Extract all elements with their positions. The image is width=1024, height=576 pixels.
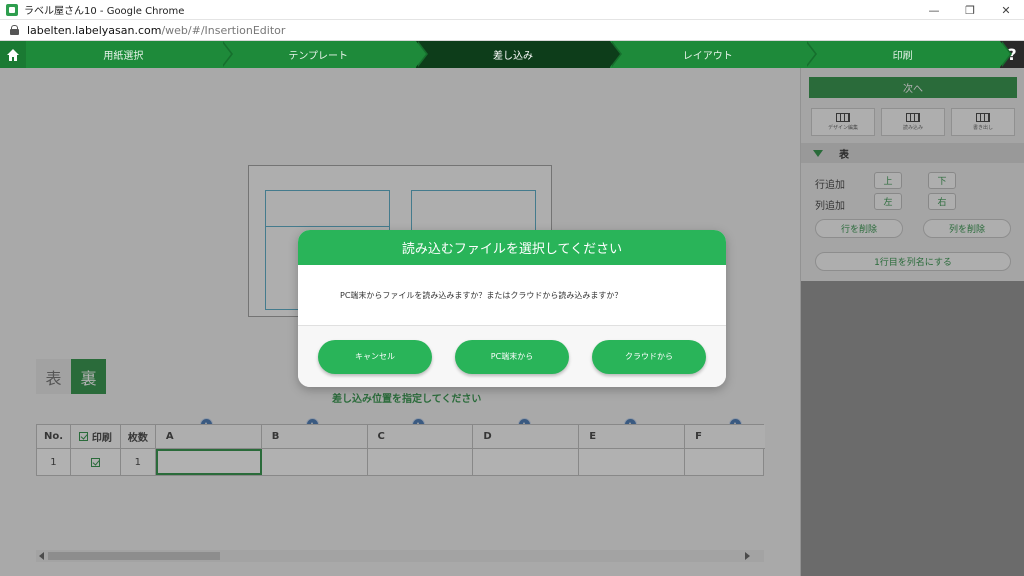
step-insertion[interactable]: 差し込み [415,41,623,68]
minimize-icon[interactable]: — [916,0,952,20]
step-layout[interactable]: レイアウト [610,41,817,68]
url-text[interactable]: labelten.labelyasan.com/web/#/InsertionE… [27,24,285,37]
from-pc-button[interactable]: PC端末から [455,339,569,374]
url-path: /web/#/InsertionEditor [161,23,286,37]
lock-icon [10,25,19,35]
window-titlebar: ラベル屋さん10 - Google Chrome — ❐ ✕ [0,0,1024,20]
dialog-title: 読み込むファイルを選択してください [298,230,726,265]
dialog-message: PC端末からファイルを読み込みますか？またはクラウドから読み込みますか？ [340,290,623,300]
file-select-dialog: 読み込むファイルを選択してください PC端末からファイルを読み込みますか？または… [298,230,726,387]
address-bar[interactable]: labelten.labelyasan.com/web/#/InsertionE… [0,20,1024,41]
home-button[interactable] [0,41,26,68]
step-template[interactable]: テンプレート [221,41,428,68]
app-favicon-icon [6,3,18,16]
window-controls: — ❐ ✕ [916,0,1024,20]
from-cloud-button[interactable]: クラウドから [592,339,706,374]
cancel-button[interactable]: キャンセル [318,339,432,374]
restore-icon[interactable]: ❐ [952,0,988,20]
step-paper-select[interactable]: 用紙選択 [26,41,233,68]
window-title: ラベル屋さん10 - Google Chrome [24,6,185,17]
home-icon [7,48,19,61]
close-icon[interactable]: ✕ [988,0,1024,20]
url-domain: labelten.labelyasan.com [27,23,162,37]
dialog-footer: キャンセル PC端末から クラウドから [298,325,726,387]
step-navigation: 用紙選択 テンプレート 差し込み レイアウト 印刷 ? [0,41,1024,68]
step-print[interactable]: 印刷 [805,41,1012,68]
